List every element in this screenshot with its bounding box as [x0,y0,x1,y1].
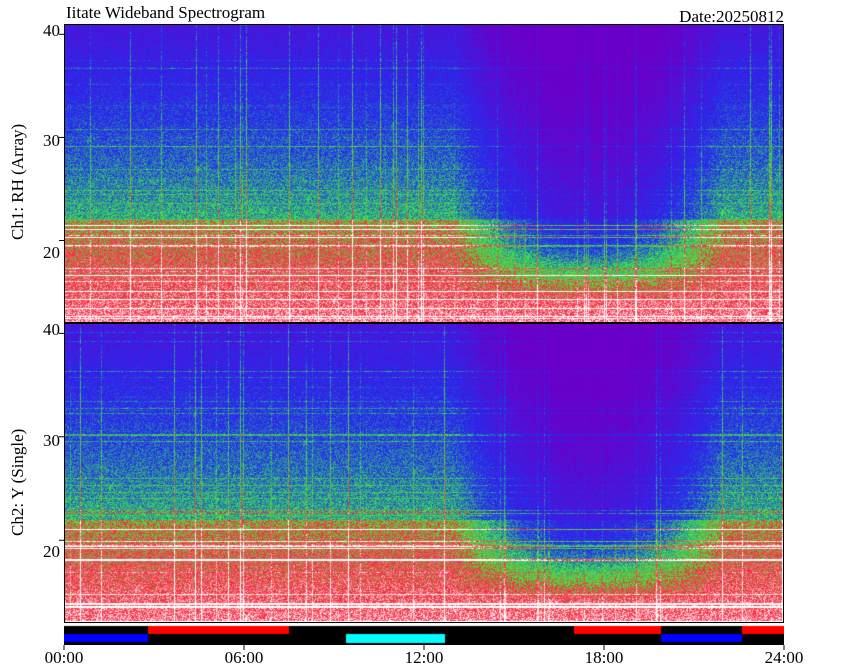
chart-title: Iitate Wideband Spectrogram [66,3,266,22]
ch1-ytick-30: 30 [43,131,60,150]
ch2-ytick-40: 40 [43,320,60,339]
spectrogram-ch1-heatmap [65,25,783,322]
ch2-y-axis-label: Ch2: Y (Single) [8,428,27,536]
ch1-y-axis-label: Ch1: RH (Array) [8,123,27,240]
xtick-1200: 12:00 [404,648,444,667]
xtick-2400: 24:00 [764,648,804,667]
spectrogram-ch2 [64,323,784,623]
status-bar [64,623,784,645]
xtick-0000: 00:00 [44,648,84,667]
ch1-ytick-20: 20 [43,243,60,262]
spectrogram-ch2-heatmap [65,324,783,622]
xtick-0600: 06:00 [224,648,264,667]
ch1-ytick-40: 40 [43,21,60,40]
xtick-1800: 18:00 [584,648,624,667]
spectrogram-ch1 [64,24,784,323]
ch2-ytick-30: 30 [43,431,60,450]
ch2-ytick-20: 20 [43,542,60,561]
